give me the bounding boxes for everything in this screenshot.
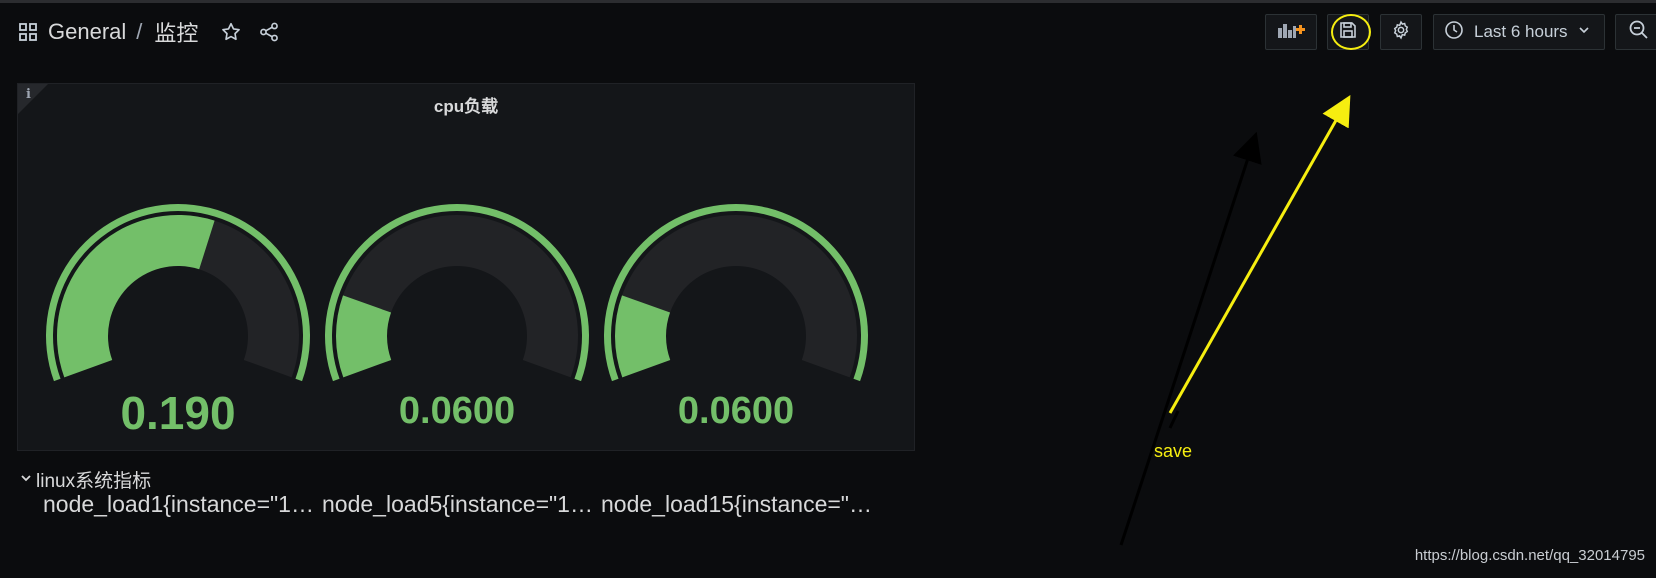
chevron-down-icon xyxy=(20,471,32,489)
chevron-down-icon xyxy=(1578,23,1590,41)
black-arrow xyxy=(1119,131,1262,546)
cpu-load-panel[interactable]: i cpu负载 0.190 node_load1{instance="172.1… xyxy=(17,83,915,517)
share-icon[interactable] xyxy=(258,21,280,43)
gauge: 0.0600 node_load5{instance="172.16.0.1:9… xyxy=(312,176,602,517)
apps-icon[interactable] xyxy=(18,22,38,42)
add-panel-button[interactable] xyxy=(1265,14,1317,50)
star-icon[interactable] xyxy=(220,21,242,43)
gauge-series-name: node_load15{instance="172.16.0.1:9100", … xyxy=(601,491,881,517)
dashboard-title[interactable]: 监控 xyxy=(154,16,198,48)
zoom-out-icon xyxy=(1628,19,1650,46)
time-range-label: Last 6 hours xyxy=(1474,22,1568,41)
row-linux-metrics[interactable]: linux系统指标 xyxy=(20,466,151,493)
annotation-save-label: save xyxy=(1154,441,1193,461)
top-border xyxy=(0,0,1656,3)
breadcrumb-folder[interactable]: General xyxy=(48,19,126,45)
gauge: 0.0600 node_load15{instance="172.16.0.1:… xyxy=(591,176,881,517)
add-panel-icon xyxy=(1276,20,1306,45)
zoom-out-button[interactable] xyxy=(1615,14,1656,50)
gear-icon xyxy=(1391,19,1411,45)
clock-icon xyxy=(1444,20,1464,45)
yellow-arrow xyxy=(1168,94,1351,414)
time-range-picker[interactable]: Last 6 hours xyxy=(1433,14,1605,50)
save-icon xyxy=(1338,20,1358,45)
gauge-series-name: node_load1{instance="172.16.0.1:9100", j… xyxy=(43,491,323,517)
save-dashboard-button[interactable] xyxy=(1327,14,1369,50)
dashboard-nav: General / 监控 xyxy=(18,14,280,50)
black-arrow-stub xyxy=(1168,410,1180,429)
gauge-value: 0.0600 xyxy=(398,390,516,432)
gauge-value: 0.0600 xyxy=(677,390,795,432)
watermark: https://blog.csdn.net/qq_32014795 xyxy=(1414,547,1645,564)
panel-title[interactable]: cpu负载 xyxy=(18,92,914,117)
gauge-series-name: node_load5{instance="172.16.0.1:9100", j… xyxy=(322,491,602,517)
breadcrumb-separator: / xyxy=(136,19,143,44)
gauge-value-arc xyxy=(57,214,215,378)
row-title: linux系统指标 xyxy=(36,471,152,492)
gauge-value: 0.190 xyxy=(120,387,236,439)
gauge: 0.190 node_load1{instance="172.16.0.1:91… xyxy=(33,176,323,517)
settings-button[interactable] xyxy=(1380,14,1422,50)
